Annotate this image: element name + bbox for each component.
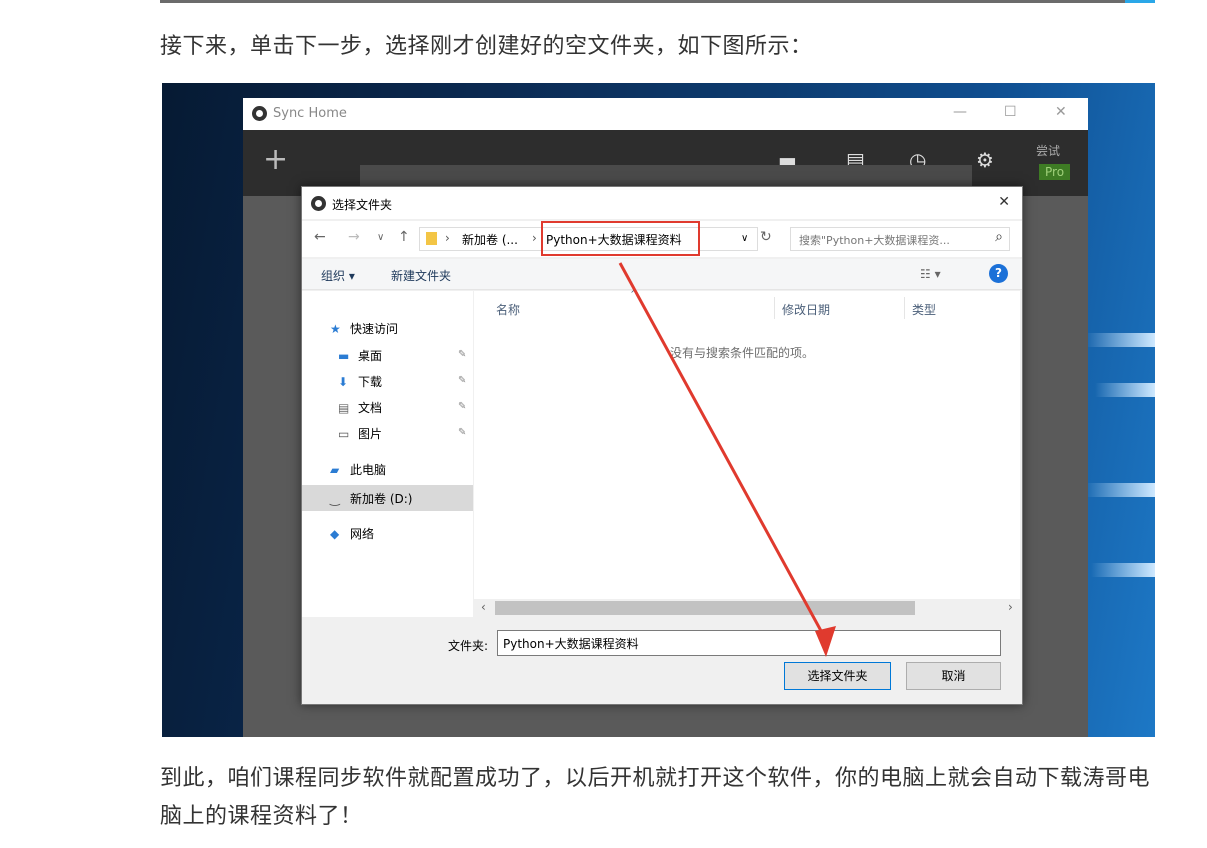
annotation-arrow — [618, 262, 836, 657]
arrow-head — [815, 626, 836, 657]
arrow-line — [618, 262, 828, 641]
article-paragraph-intro: 接下来，单击下一步，选择刚才创建好的空文件夹，如下图所示： — [160, 34, 813, 59]
top-accent — [1125, 0, 1155, 3]
tutorial-screenshot: Sync Home — ☐ ✕ + ▬ ▤ ◷ ⚙ 尝试 Pro 选择文件夹 ✕… — [162, 83, 1155, 737]
article-paragraph-conclusion: 到此，咱们课程同步软件就配置成功了，以后开机就打开这个软件，你的电脑上就会自动下… — [160, 766, 1151, 829]
top-divider — [160, 0, 1125, 3]
